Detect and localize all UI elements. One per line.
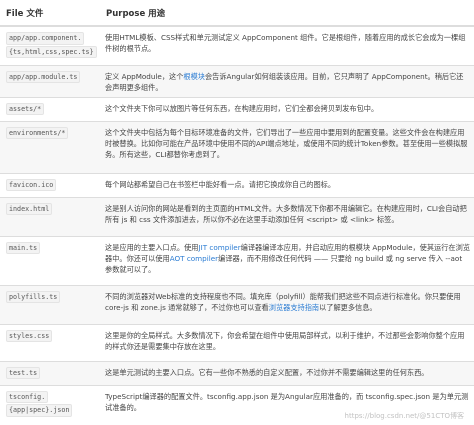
browser-support-link[interactable]: 浏览器支持指南 [269,303,319,312]
purpose-text: 定义 AppModule，这个 [105,71,184,81]
file-cell: styles.css [0,323,100,361]
table-row: polyfills.ts 不同的浏览器对Web标准的支持程度也不同。填充库（po… [0,284,474,324]
jit-compiler-link[interactable]: JIT compiler [198,243,240,252]
file-name: styles.css [6,329,53,342]
file-cell: test.ts [0,360,100,385]
purpose-cell: 这是单元测试的主要入口点。它有一些你不熟悉的自定义配置，不过你并不需要编辑这里的… [100,360,474,385]
file-name: {app|spec}.json [6,404,73,417]
file-cell: index.html [0,196,100,236]
file-cell: environments/* [0,120,100,173]
purpose-cell: 这是应用的主要入口点。使用JIT compiler编译器编译本应用，并启动应用的… [100,235,474,285]
table-row: test.ts 这是单元测试的主要入口点。它有一些你不熟悉的自定义配置，不过你并… [0,360,474,385]
file-name: environments/* [6,126,69,139]
purpose-text: 这是应用的主要入口点。使用 [105,242,199,252]
table-row: index.html 这是别人访问你的网站是看到的主页面的HTML文件。大多数情… [0,196,474,236]
purpose-column-header: Purpose 用途 [100,0,474,27]
file-name: polyfills.ts [6,290,61,303]
file-column-header: File 文件 [0,0,100,27]
root-module-link[interactable]: 根模块 [183,72,205,81]
aot-compiler-link[interactable]: AOT compiler [170,254,218,263]
purpose-cell: 这里是你的全局样式。大多数情况下，你会希望在组件中使用局部样式，以利于维护，不过… [100,323,474,361]
table-row: environments/* 这个文件夹中包括为每个目标环境准备的文件，它们导出… [0,120,474,173]
file-cell: app/app.component. {ts,html,css,spec.ts} [0,25,100,65]
purpose-cell: 每个网站都希望自己在书签栏中能好看一点。请把它换成你自己的图标。 [100,172,474,197]
file-name: tsconfig. [6,390,49,403]
file-name: test.ts [6,366,41,379]
file-name: {ts,html,css,spec.ts} [6,45,97,58]
file-cell: tsconfig. {app|spec}.json [0,384,100,420]
file-cell: app/app.module.ts [0,64,100,97]
table-row: main.ts 这是应用的主要入口点。使用JIT compiler编译器编译本应… [0,235,474,285]
purpose-text: 以了解更多信息。 [319,302,377,312]
table-row: app/app.component. {ts,html,css,spec.ts}… [0,25,474,65]
purpose-cell: 这是别人访问你的网站是看到的主页面的HTML文件。大多数情况下你都不用编辑它。在… [100,196,474,236]
purpose-cell: 这个文件夹下你可以放图片等任何东西，在构建应用时，它们全都会拷贝到发布包中。 [100,96,474,121]
file-name: main.ts [6,241,41,254]
purpose-cell: 使用HTML模板、CSS样式和单元测试定义 AppComponent 组件。它是… [100,25,474,65]
file-cell: main.ts [0,235,100,285]
table-header-row: File 文件 Purpose 用途 [0,0,474,27]
table-row: favicon.ico 每个网站都希望自己在书签栏中能好看一点。请把它换成你自己… [0,172,474,197]
file-cell: favicon.ico [0,172,100,197]
file-cell: polyfills.ts [0,284,100,324]
file-name: app/app.module.ts [6,70,81,83]
file-purpose-table: File 文件 Purpose 用途 app/app.component. {t… [0,0,474,420]
file-name: favicon.ico [6,178,57,191]
file-name: assets/* [6,102,45,115]
purpose-cell: 这个文件夹中包括为每个目标环境准备的文件，它们导出了一些应用中要用到的配置变量。… [100,120,474,173]
purpose-cell: 不同的浏览器对Web标准的支持程度也不同。填充库（polyfill）能帮我们把这… [100,284,474,324]
file-cell: assets/* [0,96,100,121]
purpose-cell: 定义 AppModule，这个根模块会告诉Angular如何组装该应用。目前，它… [100,64,474,97]
table-row: styles.css 这里是你的全局样式。大多数情况下，你会希望在组件中使用局部… [0,323,474,361]
file-name: index.html [6,202,53,215]
table-row: app/app.module.ts 定义 AppModule，这个根模块会告诉A… [0,64,474,97]
table-row: assets/* 这个文件夹下你可以放图片等任何东西，在构建应用时，它们全都会拷… [0,96,474,121]
file-name: app/app.component. [6,32,85,45]
watermark: https://blog.csdn.net/@51CTO博客 [342,411,466,421]
